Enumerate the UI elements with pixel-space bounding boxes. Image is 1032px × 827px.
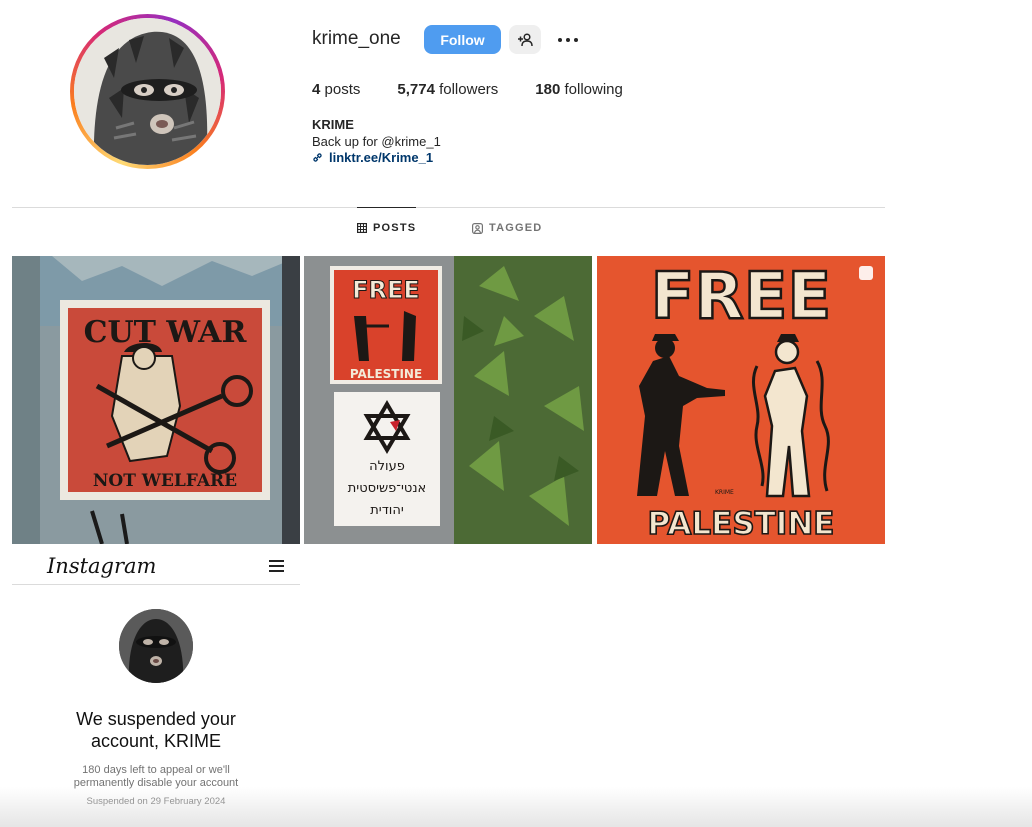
following-label: following xyxy=(564,81,623,98)
post-free-palestine-pole[interactable]: FREE PALESTINE פעולה אנטי־פשיסטית יהודית xyxy=(304,256,592,544)
suspension-subtitle-line2: permanently disable your account xyxy=(73,777,239,789)
post-suspended-screenshot[interactable]: Instagram We suspended your account, KRI… xyxy=(12,548,300,827)
suspension-date: Suspended on 29 February 2024 xyxy=(86,796,226,807)
tab-tagged-label: TAGGED xyxy=(489,222,543,234)
tagged-icon xyxy=(472,222,483,234)
post-cut-war[interactable]: CUT WAR NOT WELFARE xyxy=(12,256,300,544)
followers-stat[interactable]: 5,774 followers xyxy=(397,81,498,98)
suggested-accounts-button[interactable] xyxy=(509,25,541,54)
post1-top-text: CUT WAR xyxy=(84,315,248,350)
followers-label: followers xyxy=(439,81,499,98)
balaclava-avatar-image xyxy=(74,18,221,165)
post3-top-text: FREE xyxy=(651,260,831,334)
profile-bio: Back up for @krime_1 xyxy=(312,134,441,149)
post1-bottom-text: NOT WELFARE xyxy=(93,471,237,491)
post2-hebrew-line3: יהודית xyxy=(370,503,404,518)
post2-hebrew-line1: פעולה xyxy=(369,459,405,474)
grid-icon xyxy=(357,223,367,233)
suspended-avatar xyxy=(119,609,193,683)
tab-tagged[interactable]: TAGGED xyxy=(472,208,542,248)
more-options-button[interactable] xyxy=(555,30,581,50)
more-icon xyxy=(558,38,578,42)
post-image-cut-war: CUT WAR NOT WELFARE xyxy=(12,256,300,544)
following-stat[interactable]: 180 following xyxy=(535,81,623,98)
profile-header: krime_one Follow 4 posts 5,774 followers… xyxy=(0,0,900,200)
profile-link-text: linktr.ee/Krime_1 xyxy=(329,150,434,165)
tabs-divider xyxy=(12,207,885,208)
post2-hebrew-line2: אנטי־פשיסטית xyxy=(348,481,426,496)
posts-stat: 4 posts xyxy=(312,81,360,98)
following-count: 180 xyxy=(535,81,561,98)
posts-label: posts xyxy=(324,81,361,98)
post-free-palestine-poster[interactable]: FREE KRIME PALESTINE xyxy=(597,256,885,544)
suspension-subtitle-line1: 180 days left to appeal or we'll xyxy=(82,764,230,776)
follow-button[interactable]: Follow xyxy=(424,25,501,54)
menu-icon xyxy=(269,560,284,572)
post2-top-text: FREE xyxy=(352,276,420,304)
link-icon xyxy=(313,153,322,162)
ig-screenshot-header: Instagram xyxy=(12,548,300,585)
followers-count: 5,774 xyxy=(397,81,435,98)
post3-signature: KRIME xyxy=(715,489,734,496)
post3-bottom-text: PALESTINE xyxy=(648,506,835,542)
suspension-title-line2: account, KRIME xyxy=(90,731,222,751)
suspension-title: We suspended your account, KRIME xyxy=(12,708,300,752)
tab-posts-label: POSTS xyxy=(373,222,417,234)
instagram-logo-text: Instagram xyxy=(47,554,157,578)
profile-stats: 4 posts 5,774 followers 180 following xyxy=(312,81,623,98)
post2-bottom-text: PALESTINE xyxy=(350,367,422,381)
post-image-free-palestine: FREE KRIME PALESTINE xyxy=(597,256,885,544)
profile-full-name: KRIME xyxy=(312,117,354,132)
suspension-title-line1: We suspended your xyxy=(76,709,236,729)
add-person-icon xyxy=(518,32,533,46)
profile-avatar[interactable] xyxy=(70,14,225,169)
post-image-pole-stickers: FREE PALESTINE פעולה אנטי־פשיסטית יהודית xyxy=(304,256,592,544)
multi-post-icon xyxy=(859,266,873,280)
posts-count: 4 xyxy=(312,81,321,98)
profile-username: krime_one xyxy=(312,28,401,49)
profile-link[interactable]: linktr.ee/Krime_1 xyxy=(312,150,433,165)
suspension-subtitle: 180 days left to appeal or we'll permane… xyxy=(12,764,300,790)
tab-posts[interactable]: POSTS xyxy=(357,207,417,248)
